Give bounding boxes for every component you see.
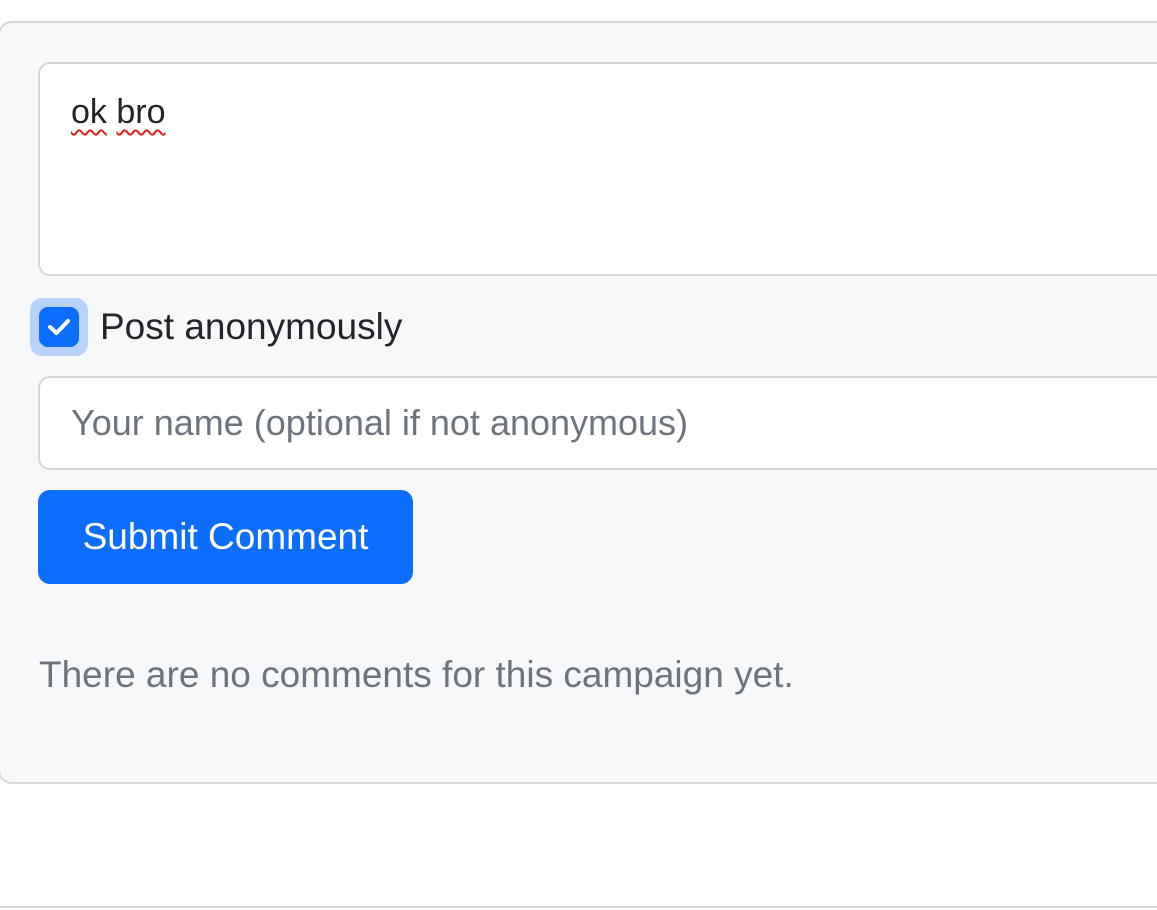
name-input[interactable] <box>38 376 1157 470</box>
no-comments-message: There are no comments for this campaign … <box>39 654 794 695</box>
page: ok bro Post anonymously Submit Comment T… <box>0 0 1157 910</box>
comment-textarea[interactable]: ok bro <box>38 62 1157 276</box>
comment-word-1: ok <box>71 93 107 131</box>
check-icon <box>39 307 79 347</box>
comment-word-2: bro <box>116 93 166 131</box>
anonymous-checkbox[interactable] <box>30 298 88 356</box>
divider <box>0 906 1157 908</box>
anonymous-label[interactable]: Post anonymously <box>100 306 402 348</box>
submit-comment-button[interactable]: Submit Comment <box>38 490 413 584</box>
anonymous-checkbox-row[interactable]: Post anonymously <box>30 298 402 356</box>
